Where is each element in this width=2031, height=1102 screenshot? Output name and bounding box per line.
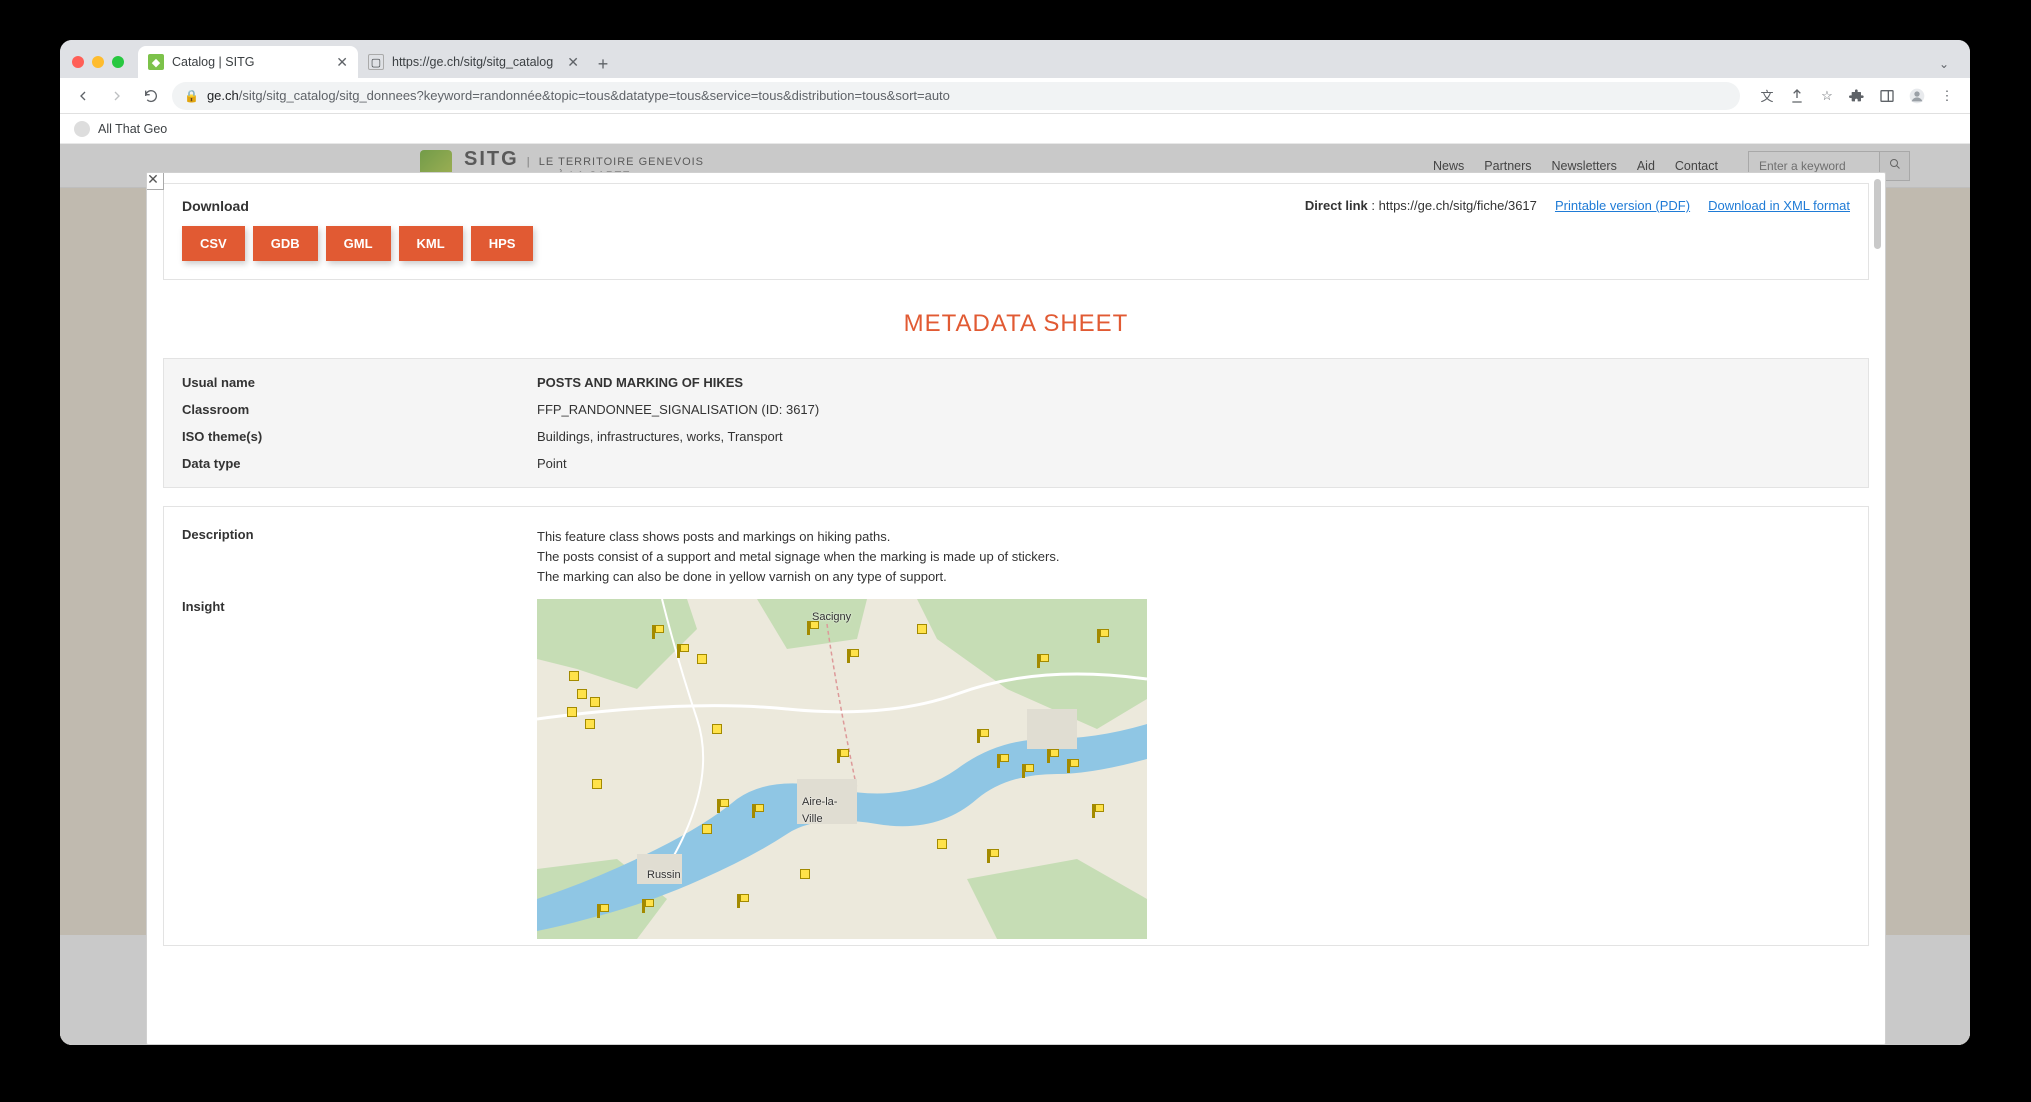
map-town-label: Aire-la- Ville [802,794,837,828]
viewport: SITG | LE TERRITOIRE GENEVOIS À LA CARTE… [60,144,1970,1045]
close-tab-icon[interactable]: ✕ [336,54,348,71]
metadata-summary-panel: Usual namePOSTS AND MARKING OF HIKES Cla… [163,358,1869,488]
tab-title: Catalog | SITG [172,55,322,69]
map-preview: Sacigny Aire-la- Ville Russin [537,599,1147,939]
map-flag-icon [717,799,720,813]
map-marker-icon [567,707,577,717]
extensions-icon[interactable] [1844,83,1870,109]
format-buttons: CSV GDB GML KML HPS [182,226,1850,261]
data-type-label: Data type [182,456,537,471]
direct-links: Direct link : https://ge.ch/sitg/fiche/3… [1305,198,1850,213]
map-flag-icon [987,849,990,863]
metadata-modal: ✕ Download Direct link : https://ge.ch/s… [146,172,1886,1045]
download-panel: Download Direct link : https://ge.ch/sit… [163,183,1869,280]
tabbar: ◆ Catalog | SITG ✕ ▢ https://ge.ch/sitg/… [60,40,1970,78]
map-marker-icon [592,779,602,789]
map-marker-icon [800,869,810,879]
address-bar[interactable]: 🔒 ge.ch/sitg/sitg_catalog/sitg_donnees?k… [172,82,1740,110]
new-tab-button[interactable]: + [589,50,617,78]
map-flag-icon [847,649,850,663]
close-tab-icon[interactable]: ✕ [567,54,579,71]
classroom-value: FFP_RANDONNEE_SIGNALISATION (ID: 3617) [537,402,1850,417]
url-path: /sitg/sitg_catalog/sitg_donnees?keyword=… [239,88,950,103]
map-flag-icon [837,749,840,763]
format-hps-button[interactable]: HPS [471,226,534,261]
map-flag-icon [807,621,810,635]
insight-map: Sacigny Aire-la- Ville Russin [537,599,1850,939]
star-icon[interactable]: ☆ [1814,83,1840,109]
map-marker-icon [590,697,600,707]
map-flag-icon [997,754,1000,768]
map-flag-icon [977,729,980,743]
map-flag-icon [1067,759,1070,773]
format-gdb-button[interactable]: GDB [253,226,318,261]
lock-icon: 🔒 [184,89,199,103]
map-flag-icon [652,625,655,639]
browser-window: ◆ Catalog | SITG ✕ ▢ https://ge.ch/sitg/… [60,40,1970,1045]
favicon-icon: ◆ [148,54,164,70]
download-heading: Download [182,198,249,214]
data-type-value: Point [537,456,1850,471]
metadata-sheet-title: METADATA SHEET [157,310,1875,338]
usual-name-label: Usual name [182,375,537,390]
printable-pdf-link[interactable]: Printable version (PDF) [1555,198,1690,213]
url-host: ge.ch [207,88,239,103]
bookmarks-bar: All That Geo [60,114,1970,144]
map-marker-icon [937,839,947,849]
usual-name-value: POSTS AND MARKING OF HIKES [537,375,1850,390]
iso-themes-value: Buildings, infrastructures, works, Trans… [537,429,1850,444]
map-marker-icon [697,654,707,664]
profile-icon[interactable] [1904,83,1930,109]
download-xml-link[interactable]: Download in XML format [1708,198,1850,213]
map-marker-icon [917,624,927,634]
classroom-label: Classroom [182,402,537,417]
favicon-icon: ▢ [368,54,384,70]
forward-button[interactable] [104,83,130,109]
tab-catalog[interactable]: ◆ Catalog | SITG ✕ [138,46,358,78]
insight-label: Insight [182,599,537,939]
map-marker-icon [577,689,587,699]
map-flag-icon [1022,764,1025,778]
map-flag-icon [1097,629,1100,643]
bookmark-favicon-icon [74,121,90,137]
toolbar: 🔒 ge.ch/sitg/sitg_catalog/sitg_donnees?k… [60,78,1970,114]
description-value: This feature class shows posts and marki… [537,527,1850,587]
translate-icon[interactable]: 文 [1754,83,1780,109]
map-flag-icon [737,894,740,908]
tab-second[interactable]: ▢ https://ge.ch/sitg/sitg_catalog ✕ [358,46,589,78]
description-label: Description [182,527,537,587]
format-gml-button[interactable]: GML [326,226,391,261]
map-flag-icon [597,904,600,918]
map-marker-icon [585,719,595,729]
map-marker-icon [702,824,712,834]
window-controls [72,56,124,68]
sidepanel-icon[interactable] [1874,83,1900,109]
share-icon[interactable] [1784,83,1810,109]
map-flag-icon [752,804,755,818]
modal-body: Download Direct link : https://ge.ch/sit… [147,173,1885,1044]
map-flag-icon [1092,804,1095,818]
format-kml-button[interactable]: KML [399,226,463,261]
back-button[interactable] [70,83,96,109]
direct-link-url: https://ge.ch/sitg/fiche/3617 [1379,198,1537,213]
map-flag-icon [677,644,680,658]
minimize-window[interactable] [92,56,104,68]
close-modal-button[interactable]: ✕ [146,172,164,190]
reload-button[interactable] [138,83,164,109]
iso-themes-label: ISO theme(s) [182,429,537,444]
description-panel: Description This feature class shows pos… [163,506,1869,946]
maximize-window[interactable] [112,56,124,68]
map-marker-icon [569,671,579,681]
map-town-label: Russin [647,867,681,884]
map-flag-icon [642,899,645,913]
tabs-dropdown-icon[interactable]: ⌄ [1930,50,1958,78]
tab-title: https://ge.ch/sitg/sitg_catalog [392,55,553,69]
map-flag-icon [1047,749,1050,763]
close-window[interactable] [72,56,84,68]
format-csv-button[interactable]: CSV [182,226,245,261]
map-marker-icon [712,724,722,734]
menu-icon[interactable]: ⋮ [1934,83,1960,109]
map-flag-icon [1037,654,1040,668]
bookmark-item[interactable]: All That Geo [98,122,167,136]
